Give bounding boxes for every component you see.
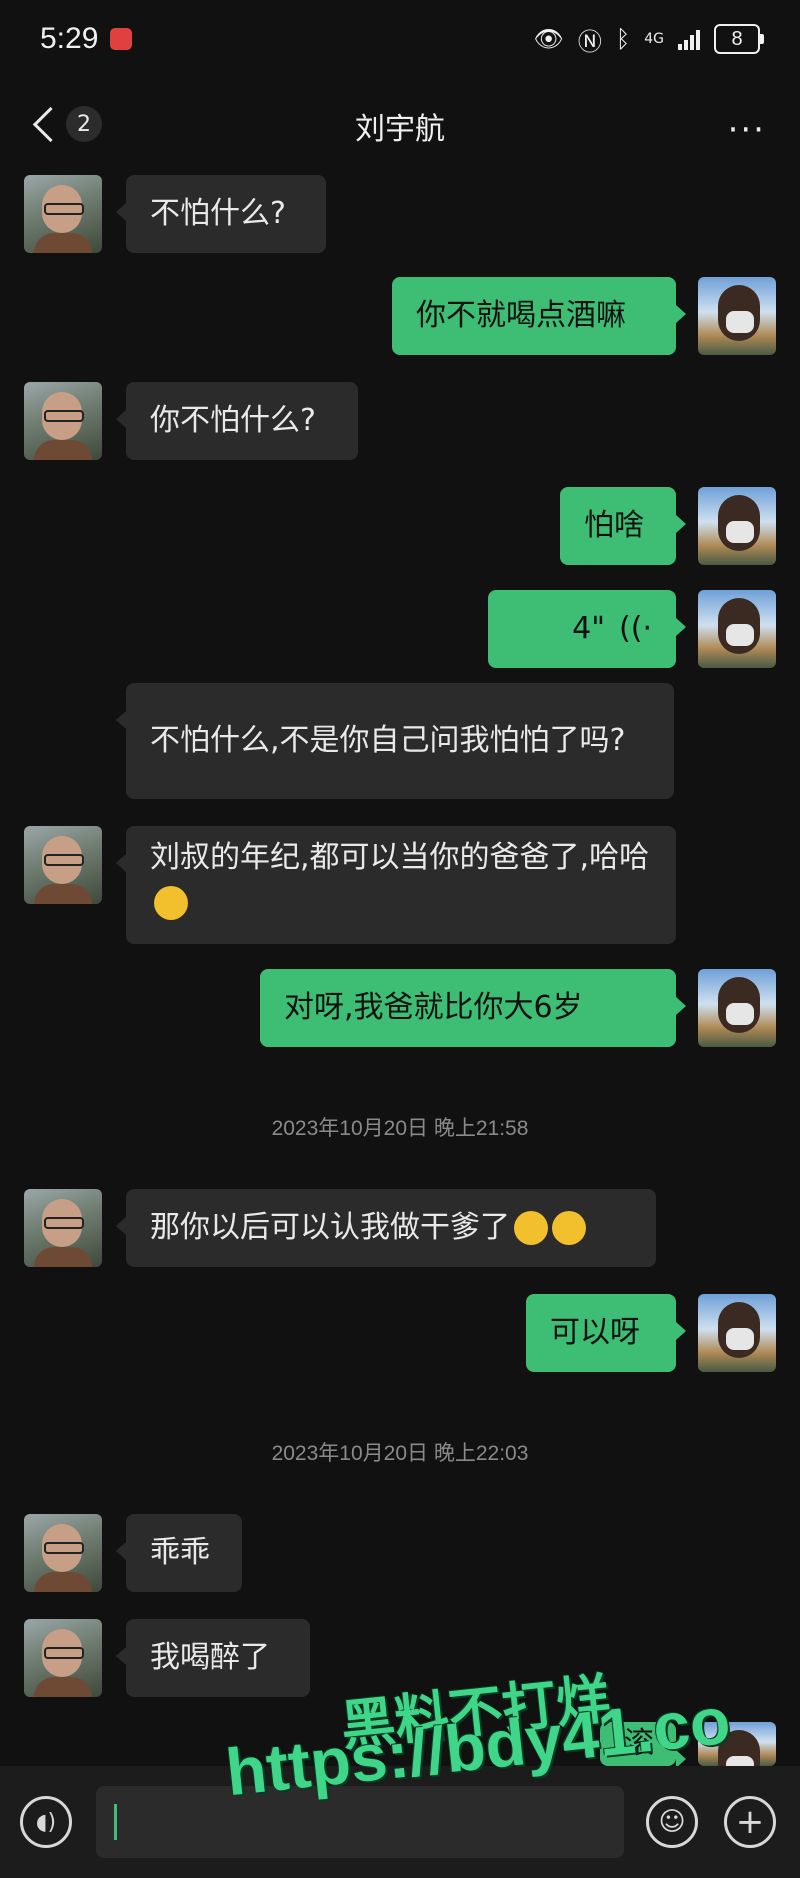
signal-icon	[678, 28, 700, 50]
message-bubble-incoming[interactable]: 刘叔的年纪,都可以当你的爸爸了,哈哈	[116, 826, 676, 944]
my-avatar[interactable]	[698, 969, 776, 1047]
status-time: 5:29	[40, 22, 99, 55]
emoji-icon[interactable]: ☺	[646, 1796, 698, 1848]
message-text: 我喝醉了	[150, 1640, 270, 1675]
contact-avatar[interactable]	[24, 382, 102, 460]
message-bubble-outgoing[interactable]: 对呀,我爸就比你大6岁	[260, 969, 686, 1047]
text-caret	[114, 1804, 117, 1840]
timestamp: 2023年10月20日 晚上22:03	[271, 1442, 529, 1465]
input-bar: ◖) ☺ +	[0, 1766, 800, 1878]
message-text: 你不就喝点酒嘛	[416, 298, 626, 333]
message-text: 不怕什么,不是你自己问我怕怕了吗?	[150, 723, 626, 758]
chat-title: 刘宇航	[355, 112, 445, 147]
contact-avatar[interactable]	[24, 1514, 102, 1592]
message-text: 滚	[624, 1726, 654, 1761]
message-text: 那你以后可以认我做干爹了	[150, 1210, 510, 1245]
more-options-button[interactable]: ···	[728, 110, 766, 150]
bluetooth-icon: ᛒ	[615, 25, 631, 53]
network-type: 4G	[644, 31, 664, 47]
voice-message-bubble[interactable]: 4" ((·	[488, 590, 686, 668]
message-text: 对呀,我爸就比你大6岁	[284, 990, 583, 1025]
message-text: 怕啥	[584, 508, 644, 543]
battery-icon: 8	[714, 24, 764, 54]
message-bubble-outgoing[interactable]: 怕啥	[560, 487, 686, 565]
contact-avatar[interactable]	[24, 826, 102, 904]
message-bubble-incoming[interactable]: 乖乖	[116, 1514, 242, 1592]
battery-level: 8	[731, 27, 743, 50]
message-bubble-incoming[interactable]: 那你以后可以认我做干爹了	[116, 1189, 656, 1267]
watermark-text: 黑料不打烊	[337, 1667, 614, 1758]
contact-avatar[interactable]	[24, 1189, 102, 1267]
message-text: 刘叔的年纪,都可以当你的爸爸了,哈哈	[150, 840, 650, 875]
my-avatar[interactable]	[698, 1294, 776, 1372]
message-text: 乖乖	[150, 1535, 210, 1570]
message-text: 可以呀	[550, 1315, 640, 1350]
message-text: 你不怕什么?	[150, 403, 316, 438]
grin-emoji-icon	[154, 885, 188, 920]
contact-avatar[interactable]	[24, 175, 102, 253]
status-bar: 5:29 👁 Ⓝ ᛒ 4G 8	[0, 0, 800, 80]
status-icons: 👁 Ⓝ ᛒ 4G 8	[533, 22, 764, 56]
message-bubble-incoming[interactable]: 不怕什么?	[116, 175, 326, 253]
recording-icon	[110, 28, 132, 50]
plus-icon[interactable]: +	[724, 1796, 776, 1848]
grin-emoji-icon	[514, 1211, 548, 1245]
eye-icon: 👁	[533, 25, 564, 53]
timestamp: 2023年10月20日 晚上21:58	[271, 1117, 529, 1140]
message-bubble-outgoing[interactable]: 滚	[600, 1722, 686, 1768]
chat-header: 2 刘宇航 ···	[0, 90, 800, 160]
my-avatar[interactable]	[698, 277, 776, 355]
voice-input-icon[interactable]: ◖)	[20, 1796, 72, 1848]
contact-avatar[interactable]	[24, 1619, 102, 1697]
message-bubble-outgoing[interactable]: 你不就喝点酒嘛	[392, 277, 686, 355]
message-input[interactable]	[96, 1786, 624, 1858]
voice-duration: 4"	[572, 611, 606, 646]
message-bubble-incoming[interactable]: 你不怕什么?	[116, 382, 358, 460]
message-bubble-incoming[interactable]: 不怕什么,不是你自己问我怕怕了吗?	[116, 683, 674, 799]
my-avatar[interactable]	[698, 487, 776, 565]
wink-tongue-emoji-icon	[552, 1211, 586, 1245]
my-avatar[interactable]	[698, 590, 776, 668]
nfc-icon: Ⓝ	[577, 27, 602, 56]
voice-wave-icon: ((·	[619, 611, 652, 646]
message-bubble-outgoing[interactable]: 可以呀	[526, 1294, 686, 1372]
my-avatar[interactable]	[698, 1722, 776, 1766]
message-bubble-incoming[interactable]: 我喝醉了	[116, 1619, 310, 1697]
message-text: 不怕什么?	[150, 196, 286, 231]
